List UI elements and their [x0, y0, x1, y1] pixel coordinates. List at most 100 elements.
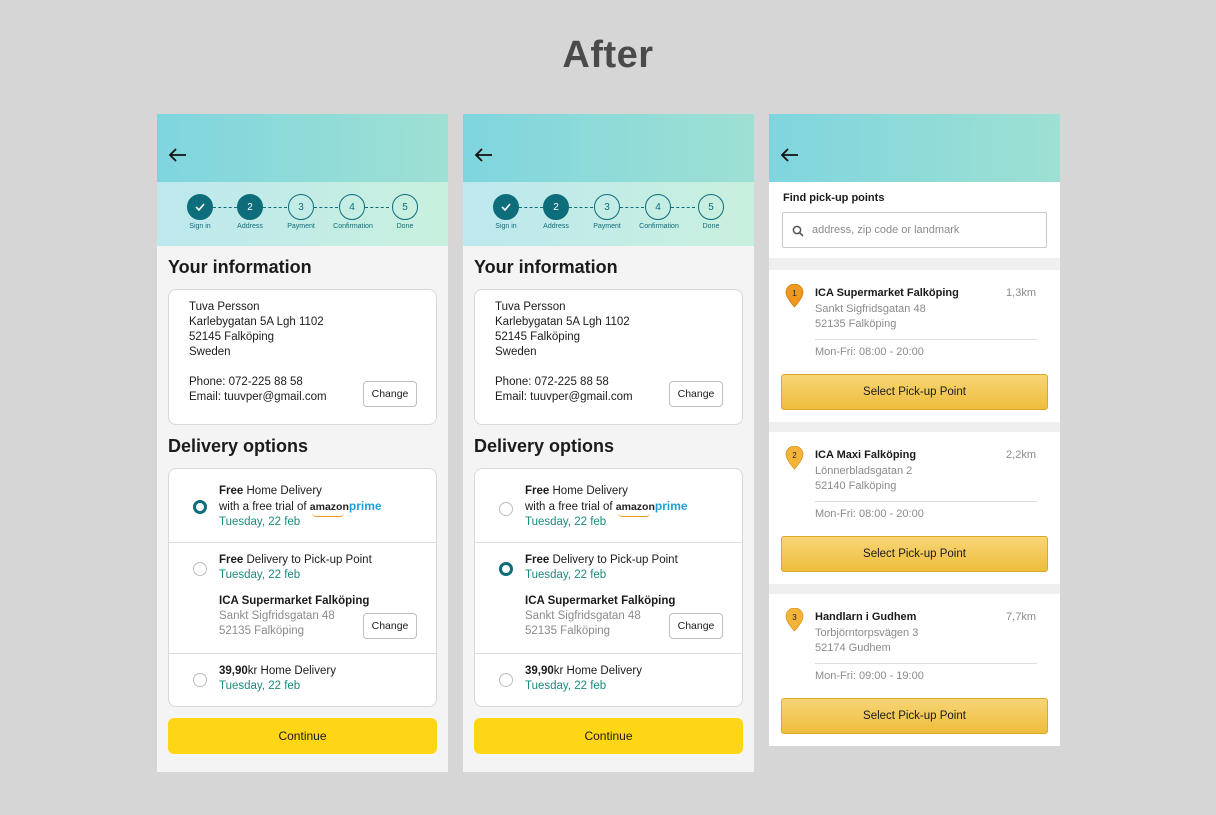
radio-home-delivery[interactable] — [499, 502, 513, 516]
radio-pickup-delivery[interactable] — [499, 562, 513, 576]
pickup-store-city: 52135 Falköping — [525, 625, 611, 637]
change-address-button[interactable]: Change — [669, 381, 723, 407]
step-connector — [314, 207, 338, 208]
pickup-point-city: 52174 Gudhem — [815, 642, 891, 654]
street: Karlebygatan 5A Lgh 1102 — [495, 316, 630, 328]
step-connector — [263, 207, 287, 208]
pickup-point-card: 1 ICA Supermarket Falköping 1,3km Sankt … — [769, 270, 1060, 422]
step-address: 2 — [543, 194, 569, 220]
delivery-date: Tuesday, 22 feb — [219, 516, 301, 528]
pickup-point-street: Torbjörntorpsvägen 3 — [815, 627, 919, 639]
option-home-delivery[interactable]: Free Home Delivery with a free trial of … — [169, 469, 436, 542]
delivery-date: Tuesday, 22 feb — [525, 516, 607, 528]
step-label: Payment — [593, 223, 621, 230]
option-text: Free Home Delivery with a free trial of … — [525, 484, 688, 530]
option-label: Delivery to Pick-up Point — [549, 554, 678, 566]
pickup-point-name: ICA Supermarket Falköping — [815, 287, 959, 299]
pickup-point-hours: Mon-Fri: 09:00 - 19:00 — [815, 670, 924, 682]
customer-name: Tuva Persson — [495, 301, 566, 313]
checkmark-icon — [501, 203, 511, 211]
svg-text:2: 2 — [792, 451, 797, 460]
divider — [815, 663, 1037, 664]
svg-text:1: 1 — [792, 289, 797, 298]
radio-paid-home-delivery[interactable] — [193, 673, 207, 687]
option-label: Delivery to Pick-up Point — [243, 554, 372, 566]
back-arrow-icon[interactable] — [169, 148, 187, 162]
pickup-point-card: 2 ICA Maxi Falköping 2,2km Lönnerbladsga… — [769, 432, 1060, 584]
delivery-date: Tuesday, 22 feb — [219, 680, 301, 692]
pickup-point-city: 52140 Falköping — [815, 480, 897, 492]
search-icon — [792, 225, 804, 237]
step-connector — [519, 207, 543, 208]
step-connector — [620, 207, 644, 208]
change-pickup-button[interactable]: Change — [363, 613, 417, 639]
pickup-point-street: Sankt Sigfridsgatan 48 — [815, 303, 926, 315]
header-bar — [157, 114, 448, 182]
back-arrow-icon[interactable] — [475, 148, 493, 162]
option-paid-home-delivery[interactable]: 39,90kr Home Delivery Tuesday, 22 feb — [475, 654, 742, 707]
step-confirmation: 4 — [339, 194, 365, 220]
header-bar — [463, 114, 754, 182]
street: Karlebygatan 5A Lgh 1102 — [189, 316, 324, 328]
prime-logo: prime — [348, 499, 382, 513]
pickup-point-card: 3 Handlarn i Gudhem 7,7km Torbjörntorpsv… — [769, 594, 1060, 746]
step-connector — [213, 207, 237, 208]
step-label: Confirmation — [639, 223, 679, 230]
delivery-date: Tuesday, 22 feb — [525, 680, 607, 692]
pickup-point-distance: 2,2km — [1006, 449, 1036, 461]
option-label: kr Home Delivery — [553, 665, 642, 677]
free-label: Free — [219, 554, 244, 566]
delivery-options-title: Delivery options — [474, 436, 615, 456]
step-label: Payment — [287, 223, 315, 230]
option-text: 39,90kr Home Delivery Tuesday, 22 feb — [525, 664, 642, 694]
pickup-point-distance: 7,7km — [1006, 611, 1036, 623]
phone: Phone: 072-225 88 58 — [189, 376, 303, 388]
option-text: Free Delivery to Pick-up Point Tuesday, … — [525, 553, 678, 639]
select-pickup-point-button[interactable]: Select Pick-up Point — [781, 374, 1048, 410]
country: Sweden — [495, 346, 537, 358]
pickup-points-screen: Find pick-up points address, zip code or… — [769, 114, 1060, 746]
pickup-point-street: Lönnerbladsgatan 2 — [815, 465, 913, 477]
step-connector — [671, 207, 695, 208]
phone: Phone: 072-225 88 58 — [495, 376, 609, 388]
divider — [815, 501, 1037, 502]
delivery-options-title: Delivery options — [168, 436, 309, 456]
search-placeholder: address, zip code or landmark — [812, 224, 960, 236]
map-pin-icon: 1 — [785, 284, 804, 308]
delivery-options-card: Free Home Delivery with a free trial of … — [168, 468, 437, 707]
step-done: 5 — [392, 194, 418, 220]
continue-button[interactable]: Continue — [168, 718, 437, 754]
pickup-point-city: 52135 Falköping — [815, 318, 897, 330]
option-label: Home Delivery — [549, 485, 628, 497]
select-pickup-point-button[interactable]: Select Pick-up Point — [781, 698, 1048, 734]
free-label: Free — [525, 554, 550, 566]
change-pickup-button[interactable]: Change — [669, 613, 723, 639]
pickup-search-input[interactable]: address, zip code or landmark — [782, 212, 1047, 248]
option-pickup-delivery[interactable]: Free Delivery to Pick-up Point Tuesday, … — [169, 543, 436, 653]
pickup-point-address: Lönnerbladsgatan 2 52140 Falköping — [815, 464, 912, 494]
step-payment: 3 — [288, 194, 314, 220]
pickup-store-street: Sankt Sigfridsgatan 48 — [219, 610, 335, 622]
pickup-store-name: ICA Supermarket Falköping — [525, 595, 676, 607]
continue-button[interactable]: Continue — [474, 718, 743, 754]
your-information-title: Your information — [474, 257, 618, 277]
map-pin-icon: 3 — [785, 608, 804, 632]
option-label: Home Delivery — [243, 485, 322, 497]
pickup-point-distance: 1,3km — [1006, 287, 1036, 299]
radio-pickup-delivery[interactable] — [193, 562, 207, 576]
back-arrow-icon[interactable] — [781, 148, 799, 162]
option-text: Free Home Delivery with a free trial of … — [219, 484, 382, 530]
option-pickup-delivery[interactable]: Free Delivery to Pick-up Point Tuesday, … — [475, 543, 742, 653]
step-label: Done — [702, 223, 720, 230]
radio-paid-home-delivery[interactable] — [499, 673, 513, 687]
change-address-button[interactable]: Change — [363, 381, 417, 407]
option-paid-home-delivery[interactable]: 39,90kr Home Delivery Tuesday, 22 feb — [169, 654, 436, 707]
step-payment: 3 — [594, 194, 620, 220]
customer-name: Tuva Persson — [189, 301, 260, 313]
free-label: Free — [525, 485, 550, 497]
radio-home-delivery[interactable] — [193, 500, 207, 514]
select-pickup-point-button[interactable]: Select Pick-up Point — [781, 536, 1048, 572]
address-card: Tuva Persson Karlebygatan 5A Lgh 1102 52… — [168, 289, 437, 425]
option-home-delivery[interactable]: Free Home Delivery with a free trial of … — [475, 469, 742, 542]
step-connector — [569, 207, 593, 208]
